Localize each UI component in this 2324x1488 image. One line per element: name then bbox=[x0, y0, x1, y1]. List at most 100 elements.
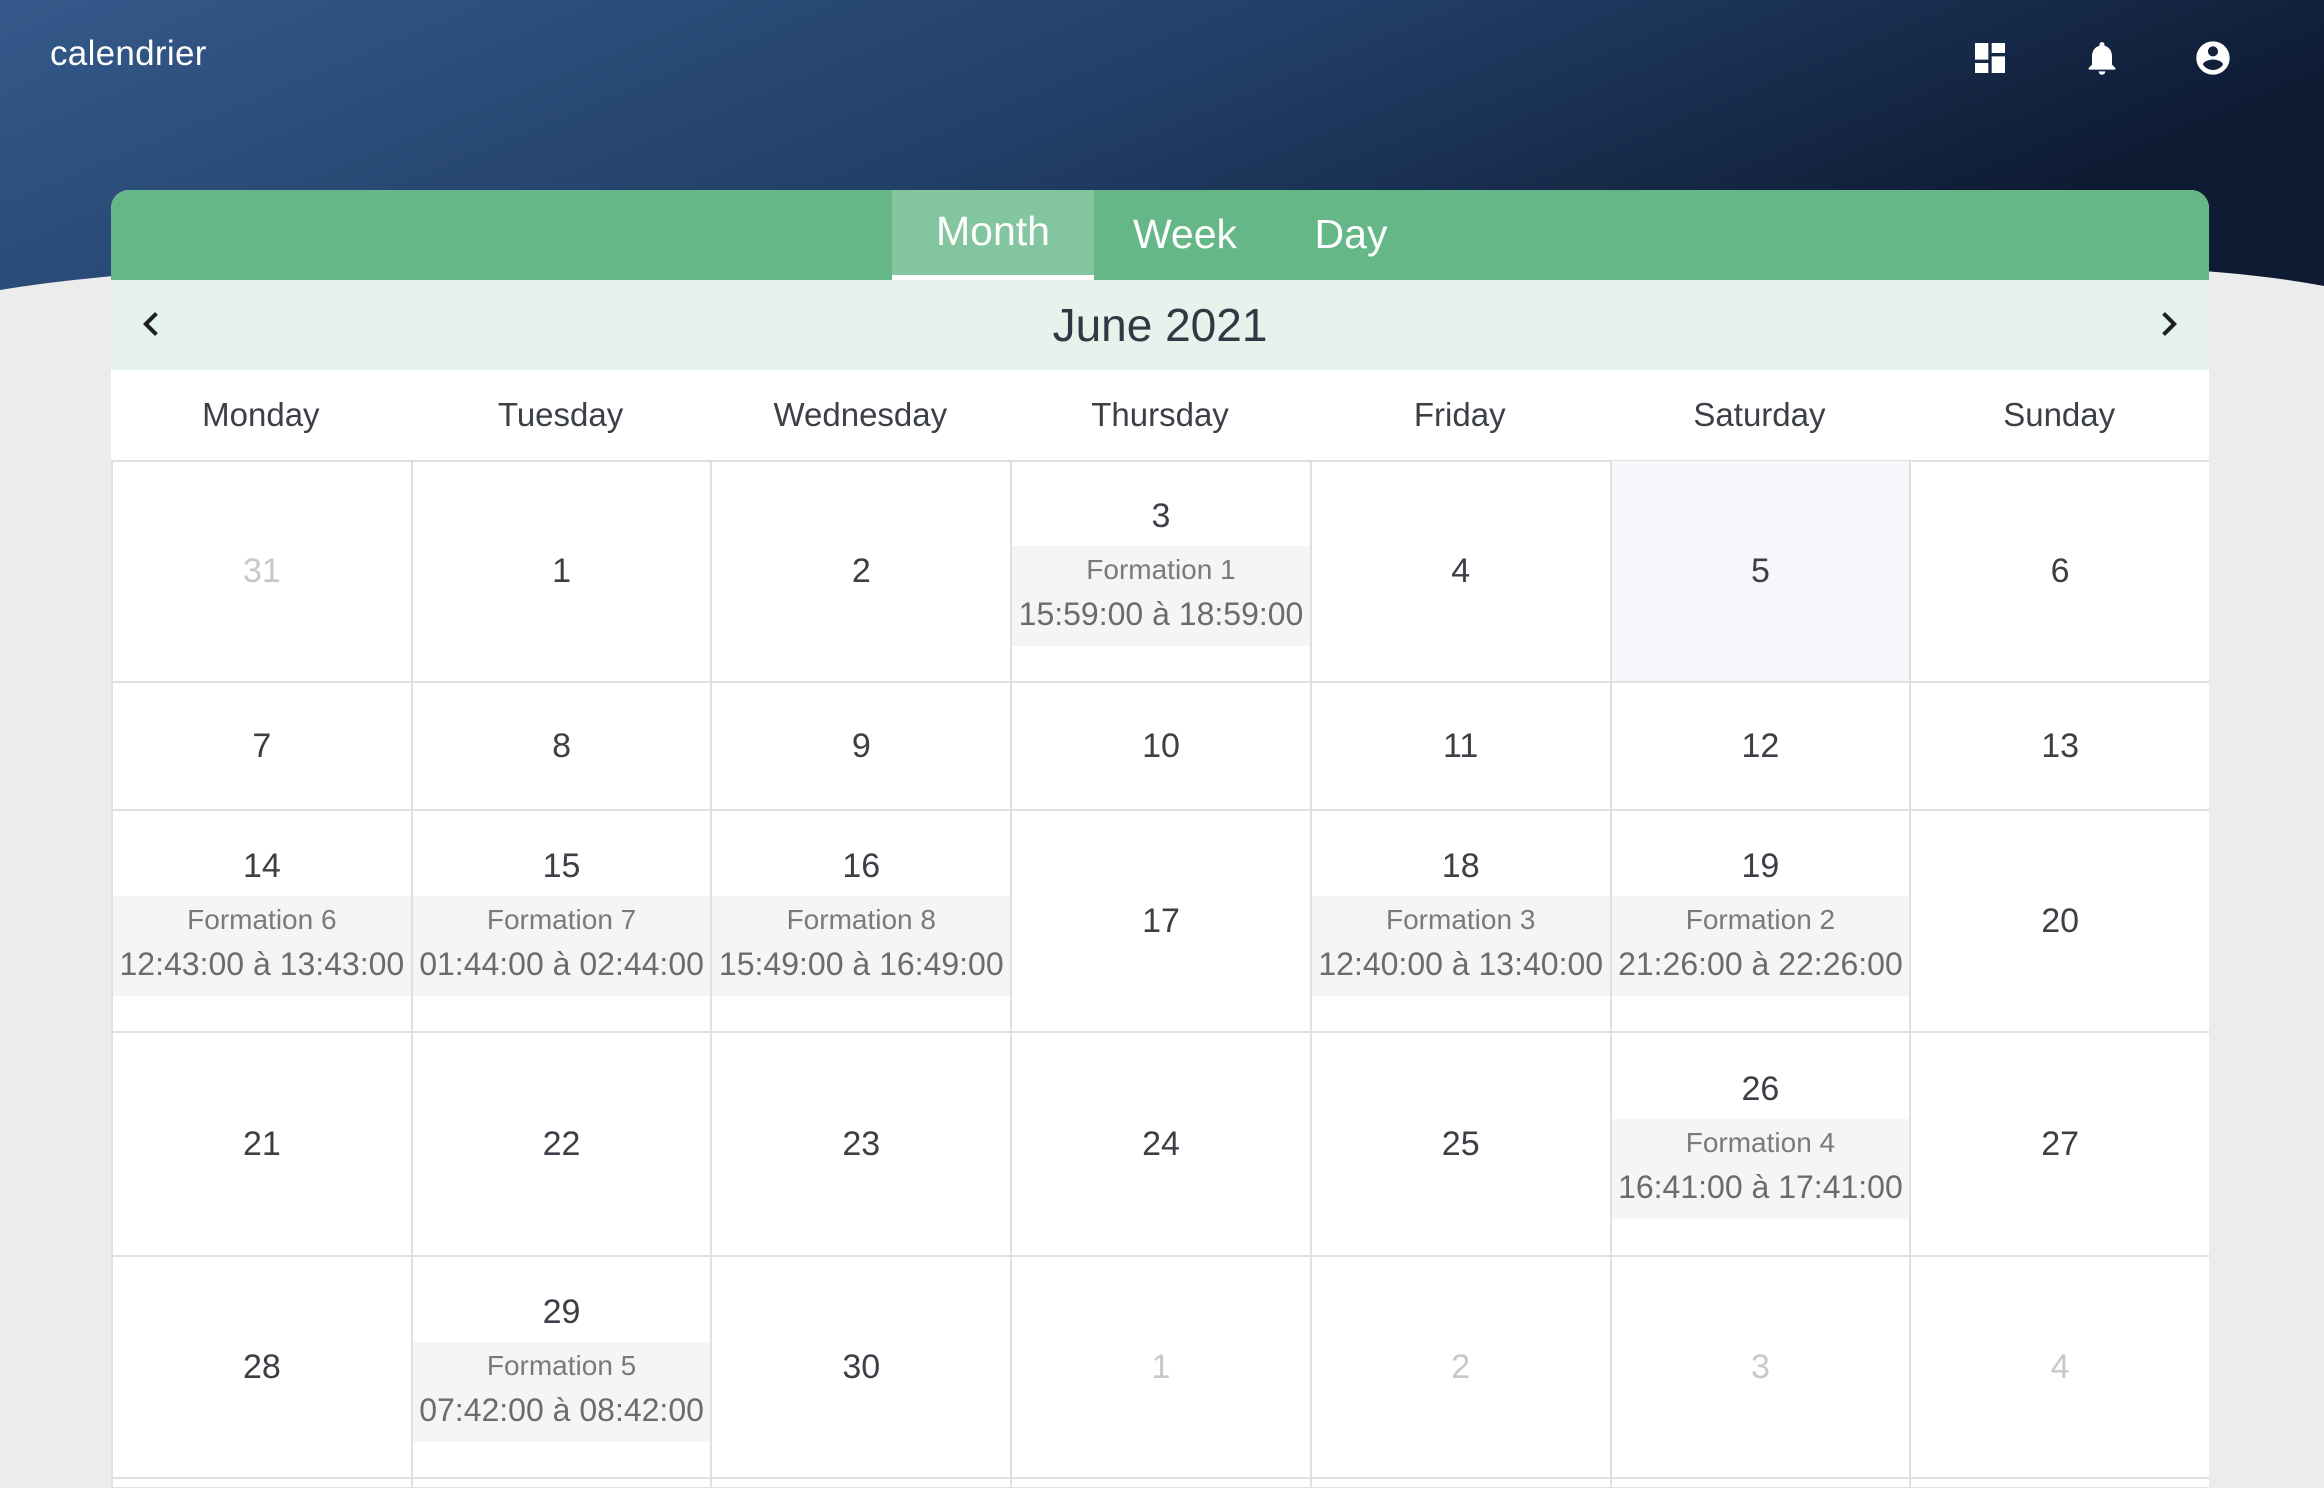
day-cell[interactable]: 20 bbox=[1911, 811, 2209, 1033]
day-number: 14 bbox=[242, 847, 281, 885]
chevron-left-icon[interactable] bbox=[127, 300, 175, 348]
event-item[interactable]: Formation 6 12:43:00 à 13:43:00 bbox=[113, 896, 411, 996]
day-number: 7 bbox=[252, 727, 272, 765]
event-time: 07:42:00 à 08:42:00 bbox=[419, 1392, 704, 1428]
day-cell[interactable]: 27 bbox=[1911, 1033, 2209, 1257]
day-cell[interactable]: 15 Formation 7 01:44:00 à 02:44:00 bbox=[412, 811, 713, 1033]
day-number: 4 bbox=[1451, 552, 1471, 590]
event-title: Formation 5 bbox=[486, 1350, 637, 1381]
day-number: 20 bbox=[2041, 902, 2080, 940]
day-cell[interactable]: 14 Formation 6 12:43:00 à 13:43:00 bbox=[113, 811, 413, 1033]
day-cell[interactable]: 12 bbox=[1611, 683, 1912, 811]
day-cell[interactable]: 10 bbox=[1012, 683, 1312, 811]
day-number: 25 bbox=[1441, 1125, 1480, 1163]
tab-week[interactable]: Week bbox=[1094, 190, 1276, 280]
weekday-label: Saturday bbox=[1693, 396, 1826, 433]
day-number: 27 bbox=[2041, 1125, 2080, 1163]
event-item[interactable]: Formation 7 01:44:00 à 02:44:00 bbox=[412, 896, 711, 996]
event-time: 12:40:00 à 13:40:00 bbox=[1318, 946, 1604, 982]
day-cell[interactable]: 22 bbox=[412, 1033, 713, 1257]
day-number: 4 bbox=[2050, 1348, 2070, 1386]
account-icon[interactable] bbox=[2193, 38, 2233, 78]
dashboard-icon[interactable] bbox=[1970, 38, 2010, 78]
day-cell[interactable] bbox=[1012, 1479, 1312, 1488]
day-number: 11 bbox=[1443, 727, 1479, 765]
day-cell[interactable] bbox=[113, 1479, 413, 1488]
chevron-right-icon[interactable] bbox=[2145, 300, 2193, 348]
bell-icon[interactable] bbox=[2082, 38, 2122, 78]
day-cell[interactable]: 2 bbox=[712, 461, 1013, 683]
day-cell[interactable]: 25 bbox=[1311, 1033, 1612, 1257]
day-cell[interactable]: 26 Formation 4 16:41:00 à 17:41:00 bbox=[1611, 1033, 1912, 1257]
app-title: calendrier bbox=[50, 34, 207, 73]
day-number: 28 bbox=[242, 1348, 281, 1386]
day-cell[interactable]: 1 bbox=[1012, 1257, 1312, 1479]
event-item[interactable]: Formation 2 21:26:00 à 22:26:00 bbox=[1611, 896, 1910, 996]
day-cell[interactable] bbox=[1611, 1479, 1912, 1488]
event-title: Formation 1 bbox=[1086, 554, 1236, 585]
day-number: 1 bbox=[552, 552, 572, 590]
event-item[interactable]: Formation 8 15:49:00 à 16:49:00 bbox=[712, 896, 1011, 996]
day-number: 15 bbox=[542, 847, 581, 885]
event-item[interactable]: Formation 3 12:40:00 à 13:40:00 bbox=[1311, 896, 1610, 996]
day-cell[interactable]: 6 bbox=[1911, 461, 2209, 683]
event-item[interactable]: Formation 4 16:41:00 à 17:41:00 bbox=[1611, 1119, 1910, 1219]
day-cell[interactable]: 1 bbox=[412, 461, 713, 683]
day-cell[interactable]: 7 bbox=[113, 683, 413, 811]
day-number: 12 bbox=[1741, 727, 1780, 765]
day-cell[interactable]: 24 bbox=[1012, 1033, 1312, 1257]
day-number: 10 bbox=[1142, 727, 1180, 765]
day-number: 21 bbox=[242, 1125, 281, 1163]
day-cell[interactable]: 3 Formation 1 15:59:00 à 18:59:00 bbox=[1012, 461, 1312, 683]
day-cell[interactable]: 31 bbox=[113, 461, 413, 683]
day-number: 3 bbox=[1151, 497, 1171, 535]
weekday-label: Sunday bbox=[2003, 396, 2116, 433]
day-cell[interactable]: 3 bbox=[1611, 1257, 1912, 1479]
day-cell[interactable]: 17 bbox=[1012, 811, 1312, 1033]
day-cell[interactable]: 2 bbox=[1311, 1257, 1612, 1479]
tab-day[interactable]: Day bbox=[1276, 190, 1426, 280]
day-cell[interactable] bbox=[1911, 1479, 2209, 1488]
day-number: 8 bbox=[552, 727, 572, 765]
weekday-label: Friday bbox=[1413, 396, 1506, 433]
event-title: Formation 8 bbox=[786, 904, 936, 935]
day-number: 1 bbox=[1151, 1348, 1171, 1386]
day-number: 17 bbox=[1142, 902, 1180, 940]
event-item[interactable]: Formation 1 15:59:00 à 18:59:00 bbox=[1012, 546, 1310, 646]
weekday-header: Monday Tuesday Wednesday Thursday Friday… bbox=[111, 370, 2209, 462]
day-number: 2 bbox=[851, 552, 871, 590]
day-cell[interactable]: 29 Formation 5 07:42:00 à 08:42:00 bbox=[412, 1257, 713, 1479]
day-cell[interactable]: 18 Formation 3 12:40:00 à 13:40:00 bbox=[1311, 811, 1612, 1033]
day-cell[interactable]: 28 bbox=[113, 1257, 413, 1479]
day-cell[interactable]: 16 Formation 8 15:49:00 à 16:49:00 bbox=[712, 811, 1013, 1033]
event-time: 15:59:00 à 18:59:00 bbox=[1018, 596, 1304, 632]
day-cell-today[interactable]: 5 bbox=[1611, 461, 1912, 683]
calendar-card: Month Week Day June 2021 Monday Tuesday … bbox=[111, 190, 2209, 1488]
day-cell[interactable]: 13 bbox=[1911, 683, 2209, 811]
event-time: 21:26:00 à 22:26:00 bbox=[1618, 946, 1903, 982]
day-number: 31 bbox=[242, 552, 281, 590]
day-number: 26 bbox=[1741, 1070, 1780, 1108]
day-number: 22 bbox=[542, 1125, 581, 1163]
day-cell[interactable]: 4 bbox=[1311, 461, 1612, 683]
day-cell[interactable]: 4 bbox=[1911, 1257, 2209, 1479]
day-number: 19 bbox=[1741, 847, 1780, 885]
event-item[interactable]: Formation 5 07:42:00 à 08:42:00 bbox=[412, 1342, 711, 1442]
day-cell[interactable]: 9 bbox=[712, 683, 1013, 811]
day-cell[interactable]: 8 bbox=[412, 683, 713, 811]
day-cell[interactable] bbox=[1311, 1479, 1612, 1488]
day-number: 30 bbox=[842, 1348, 881, 1386]
day-cell[interactable]: 19 Formation 2 21:26:00 à 22:26:00 bbox=[1611, 811, 1912, 1033]
day-cell[interactable]: 11 bbox=[1311, 683, 1612, 811]
event-title: Formation 2 bbox=[1685, 904, 1836, 935]
day-cell[interactable]: 23 bbox=[712, 1033, 1013, 1257]
tab-month[interactable]: Month bbox=[892, 190, 1094, 280]
day-cell[interactable]: 30 bbox=[712, 1257, 1013, 1479]
day-number: 3 bbox=[1750, 1348, 1770, 1386]
day-number: 13 bbox=[2041, 727, 2080, 765]
day-cell[interactable]: 21 bbox=[113, 1033, 413, 1257]
event-time: 01:44:00 à 02:44:00 bbox=[419, 946, 704, 982]
event-title: Formation 3 bbox=[1386, 904, 1536, 935]
day-cell[interactable] bbox=[712, 1479, 1013, 1488]
day-cell[interactable] bbox=[412, 1479, 713, 1488]
